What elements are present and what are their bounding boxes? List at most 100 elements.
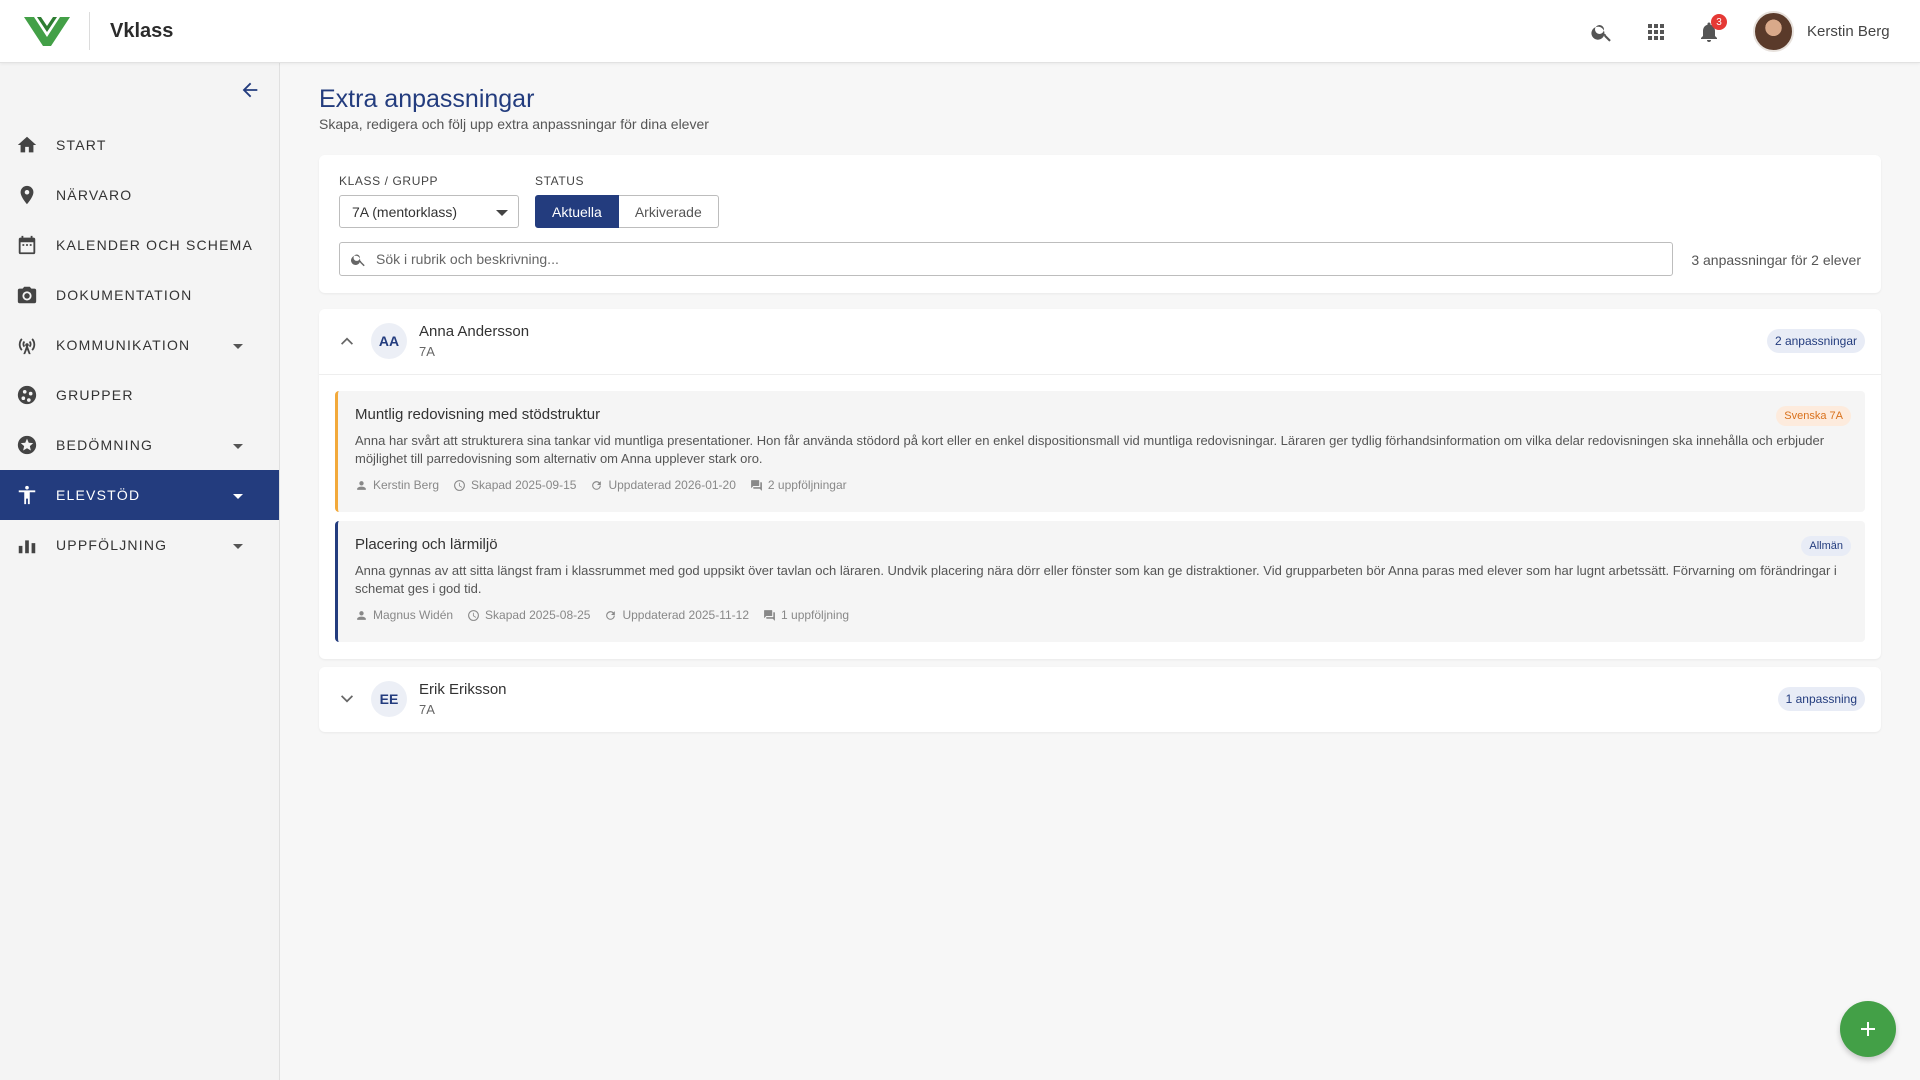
status-archived-button[interactable]: Arkiverade: [618, 195, 719, 228]
divider: [319, 374, 1881, 375]
created-meta: Skapad 2025-09-15: [453, 478, 576, 492]
add-adjustment-button[interactable]: [1840, 1001, 1896, 1057]
subject-tag: Svenska 7A: [1776, 406, 1851, 426]
class-group-select[interactable]: 7A (mentorklass): [339, 195, 519, 228]
arrow-left-icon: [242, 82, 258, 98]
calendar-icon: [16, 234, 38, 256]
student-header[interactable]: EE Erik Eriksson 7A 1 anpassning: [319, 667, 1881, 732]
status-current-button[interactable]: Aktuella: [535, 195, 619, 228]
page-subtitle: Skapa, redigera och följ upp extra anpas…: [319, 116, 709, 132]
subject-tag: Allmän: [1801, 536, 1851, 556]
user-avatar[interactable]: [1753, 11, 1794, 52]
sidebar-item-start[interactable]: START: [0, 120, 279, 170]
filter-card: KLASS / GRUPP 7A (mentorklass) STATUS Ak…: [319, 155, 1881, 293]
location-pin-icon: [16, 184, 38, 206]
sidebar-nav: START NÄRVARO KALENDER OCH SCHEMA DOKUME…: [0, 120, 279, 570]
followups-meta: 1 uppföljning: [763, 608, 849, 622]
page-title: Extra anpassningar: [319, 85, 535, 113]
student-initials-avatar: AA: [371, 323, 407, 359]
created-date: Skapad 2025-08-25: [485, 608, 591, 622]
sidebar: START NÄRVARO KALENDER OCH SCHEMA DOKUME…: [0, 63, 280, 1080]
sidebar-item-elevstod[interactable]: ELEVSTÖD: [0, 470, 279, 520]
sidebar-item-label: DOKUMENTATION: [56, 287, 193, 303]
brand-name: Vklass: [110, 20, 174, 42]
student-initials-avatar: EE: [371, 681, 407, 717]
plus-icon: [1861, 1022, 1875, 1036]
caret-down-icon: [232, 489, 244, 501]
star-icon: [16, 434, 38, 456]
sidebar-item-narvaro[interactable]: NÄRVARO: [0, 170, 279, 220]
student-header[interactable]: AA Anna Andersson 7A 2 anpassningar: [319, 309, 1881, 374]
search-input[interactable]: [376, 243, 1666, 275]
search-icon: [351, 254, 365, 267]
sidebar-item-uppfoljning[interactable]: UPPFÖLJNING: [0, 520, 279, 570]
adjustment-item[interactable]: Muntlig redovisning med stödstruktur Sve…: [335, 391, 1865, 512]
sidebar-item-label: KOMMUNIKATION: [56, 337, 191, 353]
top-bar: Vklass 3 Kerstin Berg: [0, 0, 1920, 63]
comments-icon: [764, 609, 775, 621]
user-name[interactable]: Kerstin Berg: [1807, 23, 1890, 40]
created-date: Skapad 2025-09-15: [471, 478, 577, 492]
status-toggle: Aktuella Arkiverade: [535, 195, 719, 228]
chevron-down-icon[interactable]: [339, 691, 355, 707]
sidebar-item-grupper[interactable]: GRUPPER: [0, 370, 279, 420]
broadcast-icon: [16, 334, 38, 356]
author-meta: Kerstin Berg: [355, 478, 439, 492]
adjustment-title: Muntlig redovisning med stödstruktur: [355, 406, 601, 423]
followups-count: 2 uppföljningar: [767, 478, 847, 492]
chevron-up-icon[interactable]: [339, 333, 355, 349]
student-card: EE Erik Eriksson 7A 1 anpassning: [319, 667, 1881, 732]
sidebar-item-label: BEDÖMNING: [56, 437, 154, 453]
sidebar-item-label: START: [56, 137, 107, 153]
author-name: Magnus Widén: [373, 608, 454, 622]
updated-meta: Uppdaterad 2025-11-12: [604, 608, 749, 622]
sidebar-item-bedomning[interactable]: BEDÖMNING: [0, 420, 279, 470]
updated-date: Uppdaterad 2026-01-20: [608, 478, 736, 492]
updated-meta: Uppdaterad 2026-01-20: [590, 478, 736, 492]
person-icon: [357, 480, 366, 490]
home-icon: [16, 134, 38, 156]
adjustment-title: Placering och lärmiljö: [355, 536, 498, 553]
collapse-sidebar-button[interactable]: [236, 76, 264, 104]
adjustment-item[interactable]: Placering och lärmiljö Allmän Anna gynna…: [335, 521, 1865, 642]
student-class: 7A: [419, 344, 435, 359]
sidebar-item-label: GRUPPER: [56, 387, 134, 403]
caret-down-icon: [232, 339, 244, 351]
apps-grid-icon[interactable]: [1642, 18, 1670, 46]
notifications-button[interactable]: 3: [1695, 14, 1727, 46]
created-meta: Skapad 2025-08-25: [467, 608, 590, 622]
search-icon[interactable]: [1588, 18, 1616, 46]
student-name: Erik Eriksson: [419, 681, 507, 698]
refresh-icon: [606, 610, 616, 620]
author-name: Kerstin Berg: [373, 478, 440, 492]
student-card: AA Anna Andersson 7A 2 anpassningar Munt…: [319, 309, 1881, 659]
adjustment-description: Anna har svårt att strukturera sina tank…: [355, 433, 1825, 466]
student-class: 7A: [419, 702, 435, 717]
sidebar-item-kalender[interactable]: KALENDER OCH SCHEMA: [0, 220, 279, 270]
comments-icon: [750, 479, 762, 491]
adjustment-meta: Kerstin Berg Skapad 2025-09-15 Uppdatera…: [355, 478, 861, 492]
followups-count: 1 uppföljning: [781, 608, 850, 622]
accessibility-icon: [16, 484, 38, 506]
updated-date: Uppdaterad 2025-11-12: [622, 608, 750, 622]
vklass-logo[interactable]: [24, 15, 70, 47]
clock-icon: [468, 609, 479, 621]
refresh-icon: [592, 480, 602, 490]
adjustment-description: Anna gynnas av att sitta längst fram i k…: [355, 563, 1837, 596]
person-icon: [357, 610, 366, 620]
sidebar-item-dokumentation[interactable]: DOKUMENTATION: [0, 270, 279, 320]
search-field[interactable]: [339, 242, 1673, 276]
caret-down-icon: [496, 210, 508, 216]
sidebar-item-label: ELEVSTÖD: [56, 487, 141, 503]
adjustment-count-badge: 1 anpassning: [1777, 687, 1865, 711]
adjustment-count-badge: 2 anpassningar: [1766, 329, 1865, 353]
sidebar-item-label: KALENDER OCH SCHEMA: [56, 237, 254, 253]
author-meta: Magnus Widén: [355, 608, 453, 622]
followups-meta: 2 uppföljningar: [750, 478, 847, 492]
adjustment-meta: Magnus Widén Skapad 2025-08-25 Uppdatera…: [355, 608, 863, 622]
sidebar-item-kommunikation[interactable]: KOMMUNIKATION: [0, 320, 279, 370]
notification-count-badge: 3: [1711, 14, 1727, 30]
clock-icon: [454, 479, 465, 491]
camera-icon: [16, 284, 38, 306]
class-group-label: KLASS / GRUPP: [339, 174, 439, 188]
